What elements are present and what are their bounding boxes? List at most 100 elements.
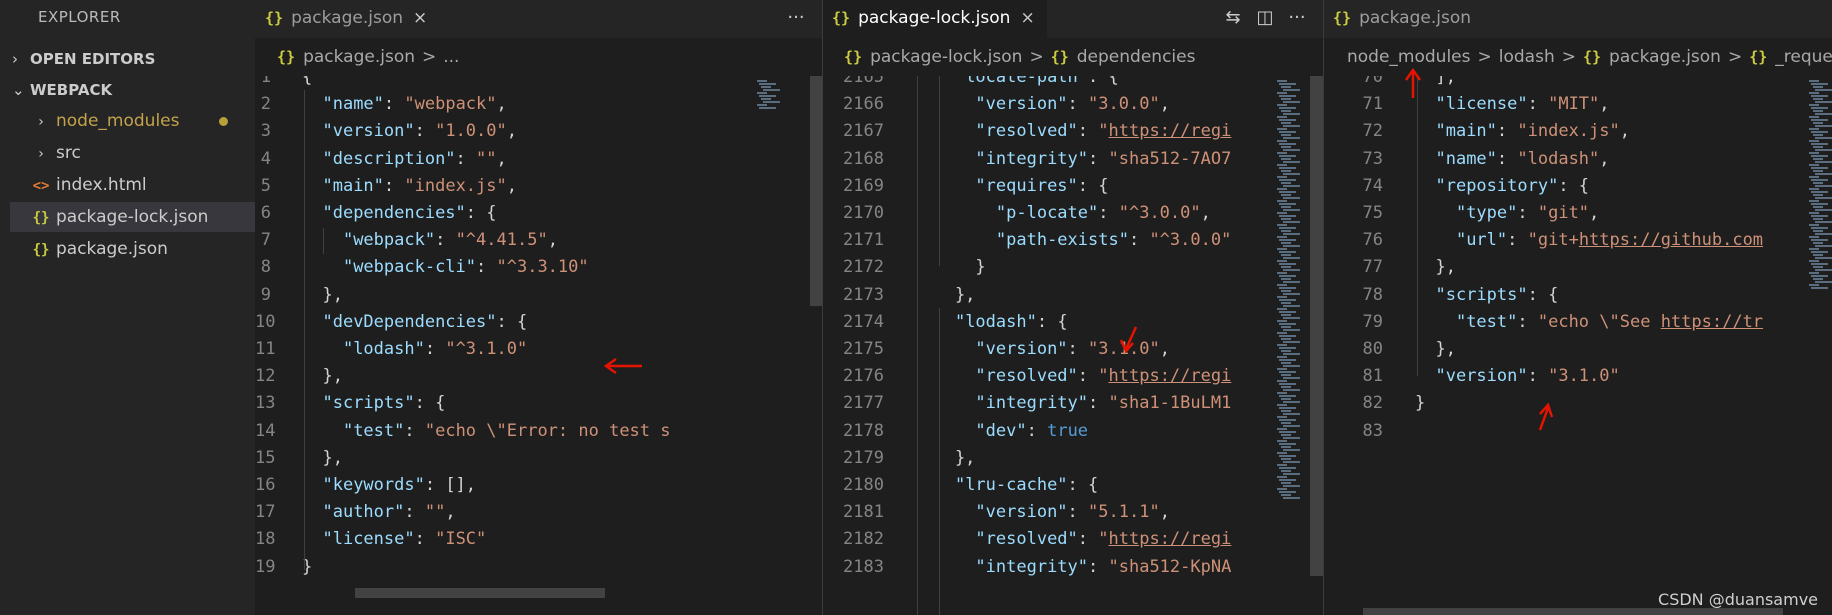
minimap-line [1277,284,1287,286]
chevron-right-icon: › [38,114,44,130]
code-token: : [424,339,446,359]
minimap-line [1809,92,1819,94]
tree-item-src[interactable]: › src [10,138,255,168]
code-line: 2169 "requires": { [822,173,1323,200]
code-line: 70 ], [1323,76,1832,91]
vertical-scrollbar[interactable] [1310,76,1323,576]
code-token: "^3.0.0" [1149,230,1232,251]
minimap[interactable] [1805,76,1832,615]
code-token: "1.0.0" [435,121,507,142]
breadcrumb-item[interactable]: lodash [1499,47,1555,67]
code-line: 2165 "locate-path": { [822,76,1323,91]
minimap-line [1809,116,1819,118]
compare-changes-icon[interactable]: ⇆ [1217,0,1249,36]
group-divider[interactable] [1323,0,1324,615]
minimap-line [1811,95,1828,97]
horizontal-scrollbar[interactable] [1363,608,1783,615]
code-editor[interactable]: 2165 "locate-path": {2166 "version": "3.… [822,76,1323,615]
minimap-line [1277,236,1287,238]
vertical-scrollbar[interactable] [810,76,822,306]
tree-item-index-html[interactable]: <> index.html [10,170,255,200]
code-token: }, [302,447,343,468]
minimap-line [1283,233,1300,235]
line-number: 17 [255,502,276,523]
breadcrumb-item[interactable]: ... [443,47,459,67]
tab-package-json[interactable]: {} package.json × [255,0,445,38]
code-token: "git" [1537,203,1590,223]
code-text: "version": "3.0.0", [914,91,1170,118]
code-editor[interactable]: 70 ], 71 "license": "MIT", 72 "main": "ind… [1323,76,1832,615]
split-editor-icon[interactable]: ◫ [1249,0,1281,36]
open-editors-section[interactable]: › OPEN EDITORS [12,44,155,74]
minimap-line [1281,230,1291,232]
group-divider[interactable] [822,0,823,615]
editor-group-1: {} package.json × ··· {} package.json >... 1… [255,0,822,615]
minimap-line [1813,134,1823,136]
breadcrumb-item[interactable]: package.json [303,47,415,67]
chevron-right-icon: › [38,146,44,162]
more-actions-icon[interactable]: ··· [780,0,812,36]
tree-item-package-lock-json[interactable]: {} package-lock.json [10,202,255,232]
code-token: : [1088,556,1109,577]
minimap-line [1813,158,1823,160]
tree-item-label: src [56,143,81,163]
tree-item-label: index.html [56,175,147,195]
close-icon[interactable]: × [413,8,427,28]
code-text: "dependencies": { [302,200,496,227]
minimap[interactable] [753,76,809,615]
code-token: : [1067,94,1089,115]
code-text: "repository": { [1415,173,1589,200]
workspace-section[interactable]: ⌄ WEBPACK [12,75,112,105]
code-token: }, [302,366,343,387]
breadcrumb-item[interactable]: package-lock.json [870,47,1022,67]
minimap-line [1281,326,1291,328]
minimap-line [1281,134,1291,136]
minimap-line [1811,179,1828,181]
line-number: 2173 [843,284,884,305]
minimap-line [1281,110,1291,112]
tree-item-node-modules[interactable]: › node_modules [10,106,255,136]
tab-package-json[interactable]: {} package.json [1323,0,1513,38]
minimap-line [1815,233,1832,235]
more-actions-icon[interactable]: ··· [1281,0,1313,36]
minimap-line [1277,440,1287,442]
minimap-line [1281,470,1291,472]
horizontal-scrollbar[interactable] [355,588,605,598]
tab-bar: {} package.json × ··· [255,0,822,38]
minimap-line [1283,125,1300,127]
minimap-line [1815,161,1832,163]
code-token: "keywords" [322,475,425,495]
minimap-line [1283,197,1300,199]
minimap-line [1279,287,1296,289]
code-text: "webpack-cli": "^3.3.10" [302,254,589,281]
code-token: }, [914,284,976,305]
minimap-line [1809,104,1819,106]
code-token: "locate-path" [954,76,1089,87]
annotation-arrow-icon [603,357,642,375]
breadcrumb-item[interactable]: dependencies [1077,47,1196,67]
minimap-line [1281,254,1291,256]
code-token: : { [1036,311,1068,332]
code-text: "version": "1.0.0", [302,118,517,145]
breadcrumb-item[interactable]: node_modules [1347,47,1471,67]
close-icon[interactable]: × [1020,8,1034,28]
minimap-line [1277,380,1287,382]
minimap-line [1813,242,1823,244]
code-editor[interactable]: 1{2 "name": "webpack", 3 "version": "1.0.… [255,76,822,615]
tab-package-lock-json[interactable]: {} package-lock.json × [822,0,1047,38]
code-token: "devDependencies" [322,311,497,332]
tree-item-package-json[interactable]: {} package.json [10,234,255,264]
code-token: "git+ [1527,230,1579,251]
breadcrumb-item[interactable]: _request [1775,47,1832,67]
code-token: "version" [1435,366,1528,387]
code-text: }, [302,363,343,390]
breadcrumb-item[interactable]: package.json [1609,47,1721,67]
minimap-line [1277,296,1287,298]
minimap[interactable] [1273,76,1309,615]
breadcrumb-separator-icon: > [1727,47,1743,67]
minimap-line [1279,239,1296,241]
